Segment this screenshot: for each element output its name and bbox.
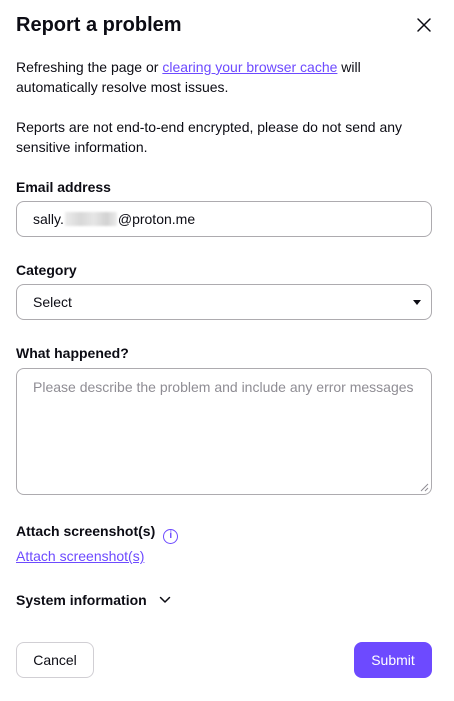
clear-cache-link[interactable]: clearing your browser cache bbox=[162, 59, 337, 75]
category-selected-value: Select bbox=[33, 294, 72, 310]
description-placeholder: Please describe the problem and include … bbox=[33, 379, 414, 395]
close-button[interactable] bbox=[412, 13, 436, 37]
system-info-label: System information bbox=[16, 592, 147, 608]
intro-text: Refreshing the page or clearing your bro… bbox=[16, 57, 436, 97]
resize-handle-icon[interactable] bbox=[420, 483, 429, 492]
attach-label: Attach screenshot(s) bbox=[16, 523, 156, 539]
email-label: Email address bbox=[16, 179, 111, 195]
info-icon[interactable]: i bbox=[163, 528, 179, 544]
attach-label-row: Attach screenshot(s) i bbox=[16, 521, 179, 544]
close-icon bbox=[417, 18, 431, 32]
email-value-suffix: @proton.me bbox=[117, 211, 196, 227]
dialog-title: Report a problem bbox=[16, 14, 182, 36]
chevron-down-icon bbox=[159, 596, 170, 603]
encryption-warning: Reports are not end-to-end encrypted, pl… bbox=[16, 119, 403, 155]
category-label: Category bbox=[16, 262, 77, 278]
category-select[interactable]: Select bbox=[16, 284, 432, 320]
email-value-prefix: sally. bbox=[33, 211, 64, 227]
redacted-blur bbox=[64, 212, 117, 226]
description-textarea[interactable]: Please describe the problem and include … bbox=[16, 368, 432, 495]
intro-text-before: Refreshing the page or bbox=[16, 59, 163, 75]
system-info-toggle[interactable]: System information bbox=[16, 590, 171, 610]
caret-down-icon bbox=[413, 300, 421, 305]
attach-screenshot-link[interactable]: Attach screenshot(s) bbox=[16, 548, 144, 564]
attach-link-row: Attach screenshot(s) bbox=[16, 546, 436, 566]
submit-button[interactable]: Submit bbox=[354, 642, 432, 678]
description-label: What happened? bbox=[16, 345, 129, 361]
email-field[interactable]: sally. @proton.me bbox=[16, 201, 432, 237]
cancel-button[interactable]: Cancel bbox=[16, 642, 94, 678]
